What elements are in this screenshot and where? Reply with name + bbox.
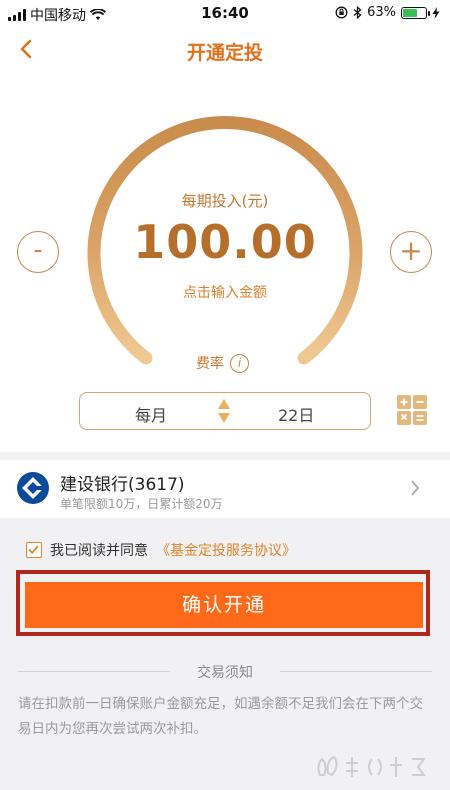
chevron-right-icon [411, 480, 420, 496]
info-icon[interactable]: i [230, 353, 249, 373]
bank-name: 建设银行(3617) [60, 475, 185, 495]
page-title: 开通定投 [186, 42, 263, 64]
orientation-lock-icon [335, 6, 348, 19]
amount-value[interactable]: 100.00 [100, 215, 350, 269]
agreement-link[interactable]: 《基金定投服务协议》 [156, 540, 296, 560]
amount-input-hint[interactable]: 点击输入金额 [125, 282, 325, 302]
calculator-icon[interactable] [397, 395, 427, 425]
bank-limits: 单笔限额10万，日累计额20万 [60, 497, 223, 511]
up-down-arrows-icon [218, 399, 230, 423]
confirm-open-button[interactable]: 确认开通 [25, 582, 423, 628]
battery-icon [401, 6, 430, 19]
increase-amount-button[interactable]: + [390, 231, 432, 273]
decrease-amount-button[interactable]: - [17, 231, 59, 273]
agreement-checkbox[interactable] [26, 542, 42, 558]
fee-rate: 费率 i [196, 353, 249, 373]
agreement-row: 我已阅读并同意 《基金定投服务协议》 [26, 540, 296, 560]
status-right: 63% [335, 5, 440, 20]
battery-fill [403, 8, 417, 17]
agreement-text: 我已阅读并同意 [50, 543, 148, 559]
fee-label: 费率 [196, 356, 224, 372]
status-bar: 中国移动 16:40 63% [0, 0, 450, 26]
notice-body: 请在扣款前一日确保账户金额充足，如遇余额不足我们会在下两个交易日内为您再次尝试两… [18, 696, 423, 737]
bank-card-selector[interactable]: 建设银行(3617) 单笔限额10万，日累计额20万 [0, 460, 450, 518]
battery-percent: 63% [367, 5, 396, 20]
charging-icon [432, 6, 440, 19]
schedule-frequency: 每月 [135, 406, 168, 425]
bluetooth-icon [353, 6, 362, 19]
notice-divider-right [280, 671, 432, 672]
schedule-day: 22日 [278, 406, 315, 425]
baidu-jingyan-watermark-icon [317, 755, 426, 777]
schedule-picker[interactable]: 每月 22日 [79, 392, 371, 430]
ccb-bank-logo-icon [17, 472, 49, 504]
check-icon [28, 545, 39, 555]
notice-title: 交易须知 [197, 665, 253, 681]
amount-label: 每期投入(元) [181, 192, 269, 210]
